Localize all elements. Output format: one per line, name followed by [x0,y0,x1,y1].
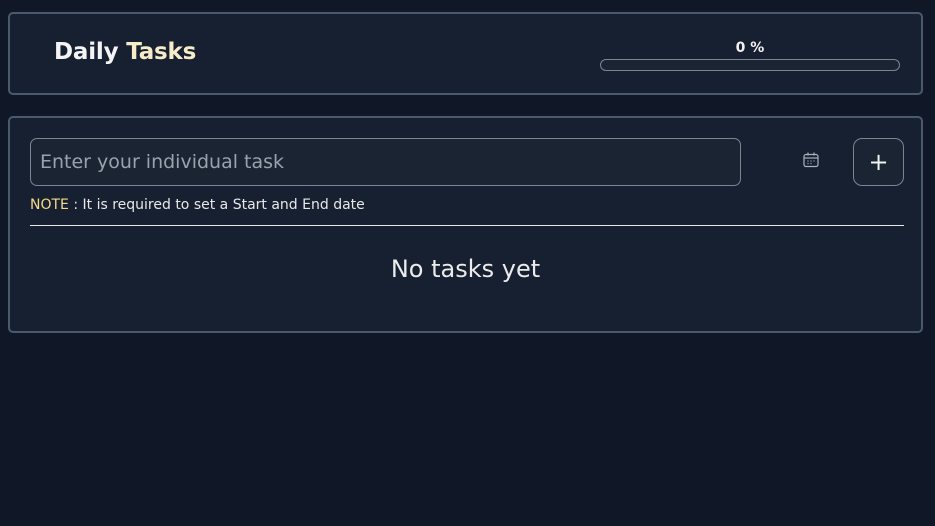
title-accent: Tasks [126,39,197,65]
header-card: Daily Tasks 0 % [8,12,923,95]
page-title: Daily Tasks [54,39,196,65]
add-task-button[interactable]: + [853,138,904,186]
empty-state-text: No tasks yet [390,255,541,283]
divider [30,225,904,226]
calendar-icon [802,151,820,169]
task-input[interactable] [30,138,741,186]
task-card: + NOTE : It is required to set a Start a… [8,116,923,333]
calendar-button[interactable] [800,149,822,171]
progress-bar [600,59,900,71]
note-message: : It is required to set a Start and End … [68,197,365,213]
title-word: Daily [54,39,119,65]
note-text: NOTE : It is required to set a Start and… [30,197,365,213]
note-key: NOTE [30,197,69,213]
progress-label: 0 % [735,40,765,56]
